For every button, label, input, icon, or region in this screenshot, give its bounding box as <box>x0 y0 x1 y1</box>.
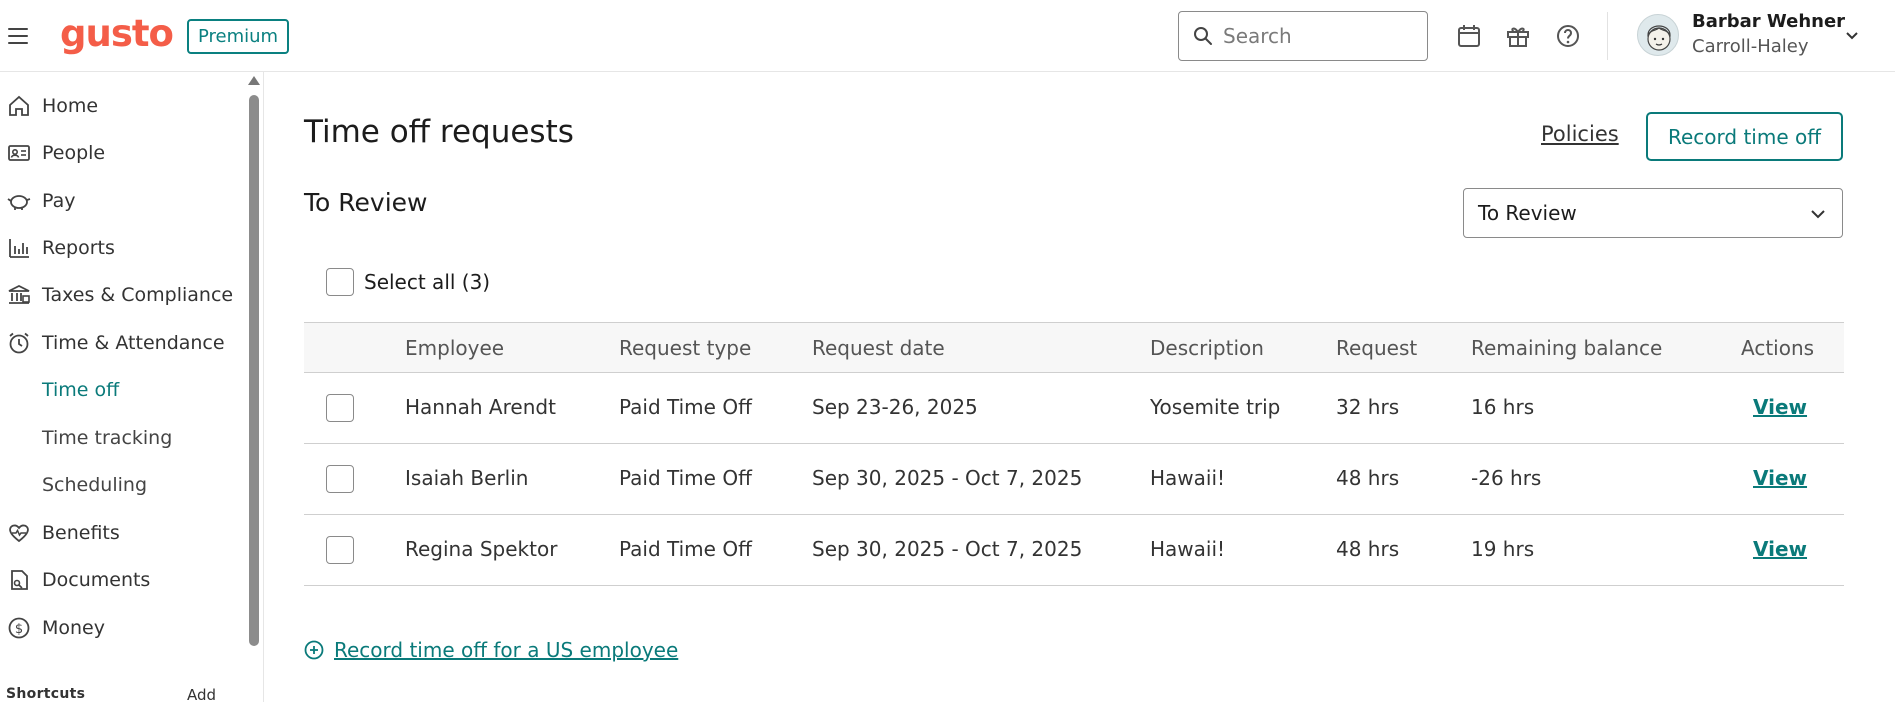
bar-chart-icon <box>6 235 32 261</box>
sidebar-item-label: People <box>42 142 106 164</box>
sidebar-subitem-scheduling[interactable]: Scheduling <box>42 465 147 505</box>
section-title: To Review <box>304 188 428 217</box>
column-header-request-type: Request type <box>619 336 752 360</box>
table-header: Employee Request type Request date Descr… <box>304 322 1844 373</box>
record-time-off-button[interactable]: Record time off <box>1646 112 1843 161</box>
calendar-icon[interactable] <box>1456 23 1482 49</box>
sidebar-scrollbar[interactable] <box>249 95 259 646</box>
top-bar: gusto Premium Barbar Wehner Carroll-Hale… <box>0 0 1895 72</box>
request-date: Sep 30, 2025 - Oct 7, 2025 <box>812 537 1083 561</box>
bank-icon <box>6 282 32 308</box>
sidebar-item-pay[interactable]: Pay <box>0 181 240 221</box>
remaining-balance: 16 hrs <box>1471 395 1535 419</box>
row-checkbox[interactable] <box>326 465 354 493</box>
column-header-employee: Employee <box>405 336 505 360</box>
sidebar: Home People Pay Reports Taxes & Complian… <box>0 72 264 702</box>
piggy-bank-icon <box>6 188 32 214</box>
filter-selected-value: To Review <box>1478 201 1577 225</box>
sidebar-item-label: Time & Attendance <box>42 332 225 354</box>
table-row: Isaiah Berlin Paid Time Off Sep 30, 2025… <box>304 444 1844 515</box>
column-header-remaining-balance: Remaining balance <box>1471 336 1663 360</box>
description: Hawaii! <box>1150 466 1226 490</box>
sidebar-item-taxes[interactable]: Taxes & Compliance <box>0 275 240 315</box>
svg-text:$: $ <box>15 622 23 637</box>
remaining-balance: -26 hrs <box>1471 466 1542 490</box>
row-checkbox[interactable] <box>326 394 354 422</box>
sidebar-subitem-time-tracking[interactable]: Time tracking <box>42 418 172 458</box>
sidebar-item-label: Reports <box>42 237 115 259</box>
row-checkbox[interactable] <box>326 536 354 564</box>
request-type: Paid Time Off <box>619 537 752 561</box>
search-input[interactable] <box>1223 24 1413 48</box>
dollar-icon: $ <box>6 615 32 641</box>
search-box[interactable] <box>1178 11 1428 61</box>
employee-name: Hannah Arendt <box>405 395 556 419</box>
request-hours: 32 hrs <box>1336 395 1400 419</box>
view-link[interactable]: View <box>1753 466 1807 490</box>
user-company[interactable]: Carroll-Haley <box>1692 36 1809 57</box>
add-link-label: Record time off for a US employee <box>334 638 679 662</box>
shortcuts-label: Shortcuts <box>6 686 86 702</box>
request-date: Sep 23-26, 2025 <box>812 395 978 419</box>
gusto-logo[interactable]: gusto <box>60 12 174 55</box>
sidebar-item-label: Taxes & Compliance <box>42 284 234 306</box>
sidebar-item-money[interactable]: $ Money <box>0 608 240 648</box>
plan-badge: Premium <box>187 19 290 54</box>
description: Yosemite trip <box>1150 395 1281 419</box>
column-header-request-date: Request date <box>812 336 945 360</box>
select-all-label[interactable]: Select all (3) <box>364 270 490 294</box>
column-header-request: Request <box>1336 336 1418 360</box>
remaining-balance: 19 hrs <box>1471 537 1535 561</box>
request-type: Paid Time Off <box>619 395 752 419</box>
column-header-actions: Actions <box>1741 336 1815 360</box>
select-all-checkbox[interactable] <box>326 268 354 296</box>
header-divider <box>1607 12 1608 60</box>
employee-name: Regina Spektor <box>405 537 558 561</box>
chevron-down-icon <box>1811 210 1825 219</box>
help-icon[interactable] <box>1555 23 1581 49</box>
menu-icon[interactable] <box>8 24 32 48</box>
chevron-down-icon[interactable] <box>1842 26 1862 46</box>
sidebar-item-people[interactable]: People <box>0 133 240 173</box>
request-hours: 48 hrs <box>1336 466 1400 490</box>
sidebar-subitem-time-off[interactable]: Time off <box>42 370 119 410</box>
status-filter-select[interactable]: To Review <box>1463 188 1843 238</box>
column-header-description: Description <box>1150 336 1264 360</box>
sidebar-item-label: Home <box>42 95 99 117</box>
sidebar-item-label: Documents <box>42 569 151 591</box>
view-link[interactable]: View <box>1753 395 1807 419</box>
heart-icon <box>6 520 32 546</box>
request-type: Paid Time Off <box>619 466 752 490</box>
home-icon <box>6 93 32 119</box>
sidebar-item-label: Benefits <box>42 522 120 544</box>
record-time-off-us-employee-link[interactable]: Record time off for a US employee <box>304 638 678 662</box>
avatar[interactable] <box>1637 14 1679 56</box>
gift-icon[interactable] <box>1505 23 1531 49</box>
sidebar-item-benefits[interactable]: Benefits <box>0 513 240 553</box>
shortcuts-add-button[interactable]: Add <box>187 686 216 702</box>
sidebar-item-label: Money <box>42 617 105 639</box>
sidebar-item-home[interactable]: Home <box>0 86 240 126</box>
sidebar-item-reports[interactable]: Reports <box>0 228 240 268</box>
description: Hawaii! <box>1150 537 1226 561</box>
request-hours: 48 hrs <box>1336 537 1400 561</box>
sidebar-item-documents[interactable]: Documents <box>0 560 240 600</box>
user-name[interactable]: Barbar Wehner <box>1692 11 1845 32</box>
sidebar-item-label: Pay <box>42 190 76 212</box>
page-title: Time off requests <box>304 114 574 150</box>
employee-name: Isaiah Berlin <box>405 466 529 490</box>
sidebar-item-time-attendance[interactable]: Time & Attendance <box>0 323 240 363</box>
table-row: Regina Spektor Paid Time Off Sep 30, 202… <box>304 515 1844 586</box>
search-icon <box>1194 27 1212 45</box>
plus-circle-icon <box>304 640 324 660</box>
document-icon <box>6 567 32 593</box>
scroll-up-arrow[interactable] <box>248 76 260 85</box>
table-row: Hannah Arendt Paid Time Off Sep 23-26, 2… <box>304 373 1844 444</box>
view-link[interactable]: View <box>1753 537 1807 561</box>
request-date: Sep 30, 2025 - Oct 7, 2025 <box>812 466 1083 490</box>
id-card-icon <box>6 140 32 166</box>
clock-icon <box>6 330 32 356</box>
policies-link[interactable]: Policies <box>1541 122 1619 146</box>
